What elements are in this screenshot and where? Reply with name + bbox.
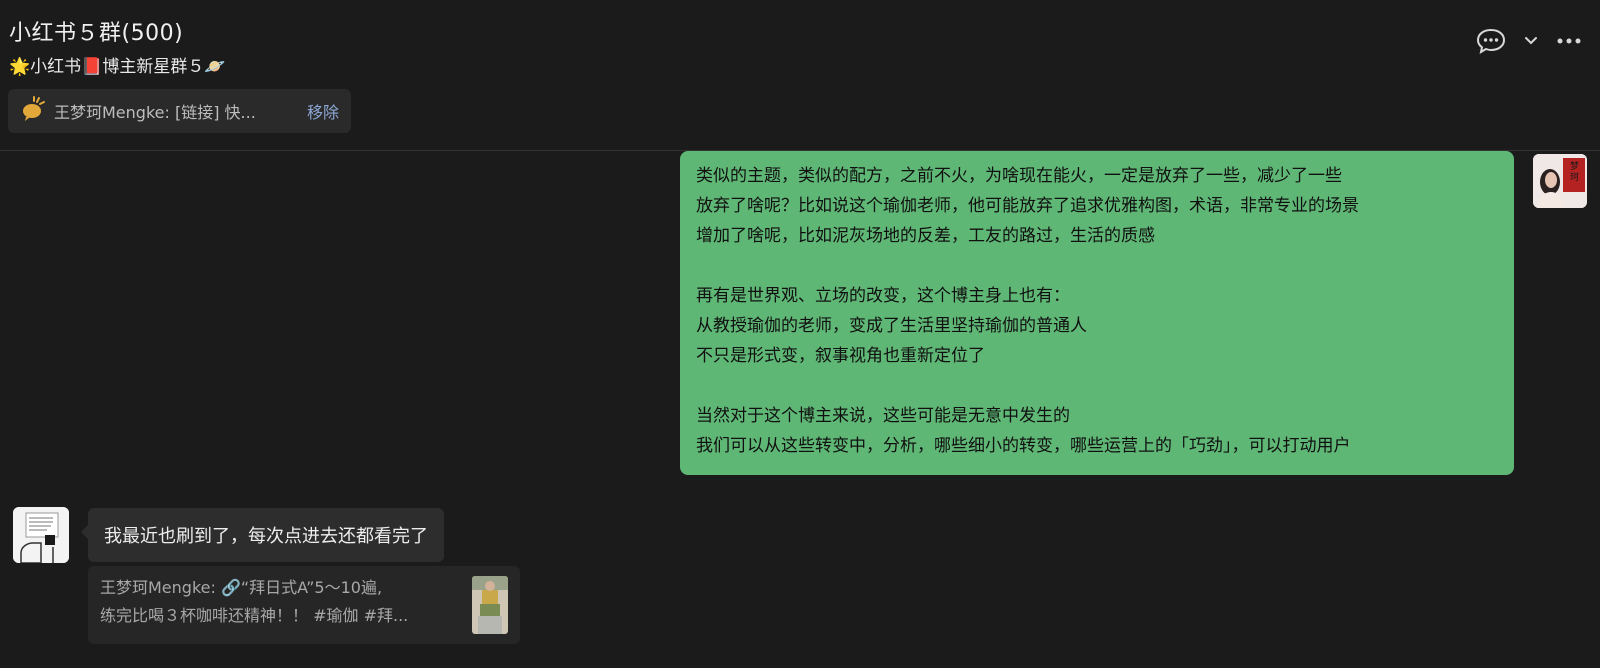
pinned-message-text[interactable]: 王梦珂Mengke: [链接] 快...	[54, 99, 299, 123]
own-message-bubble[interactable]: 类似的主题，类似的配方，之前不火，为啥现在能火，一定是放弃了一些，减少了一些 放…	[680, 151, 1514, 475]
own-avatar[interactable]: 梦珂	[1533, 154, 1587, 208]
other-message-bubble[interactable]: 我最近也刷到了，每次点进去还都看完了	[81, 508, 444, 562]
avatar-calligraphy-text: 梦珂	[1570, 162, 1580, 183]
quote-thumbnail[interactable]	[472, 576, 508, 634]
pin-remove-button[interactable]: 移除	[307, 99, 339, 123]
message-list[interactable]: 类似的主题，类似的配方，之前不火，为啥现在能火，一定是放弃了一些，减少了一些 放…	[0, 151, 1600, 668]
pin-bubble-icon	[20, 96, 46, 126]
quote-line-2: 练完比喝３杯咖啡还精神！！ #瑜伽 #拜...	[100, 606, 409, 625]
quote-line-1: 王梦珂Mengke: 🔗“拜日式A”5～10遍,	[100, 578, 383, 597]
header-actions	[1476, 28, 1582, 54]
group-title[interactable]: 小红书５群(500)	[9, 15, 183, 47]
chat-header: 小红书５群(500) 🌟小红书📕博主新星群５🪐 王梦珂Mengke: [链接] …	[0, 0, 1600, 151]
chevron-down-icon[interactable]	[1524, 36, 1538, 46]
more-icon[interactable]	[1556, 37, 1582, 45]
group-subtitle: 🌟小红书📕博主新星群５🪐	[9, 57, 226, 77]
chat-bubble-icon[interactable]	[1476, 28, 1506, 54]
quoted-message-card[interactable]: 王梦珂Mengke: 🔗“拜日式A”5～10遍, 练完比喝３杯咖啡还精神！！ #…	[88, 566, 520, 644]
pinned-message[interactable]: 王梦珂Mengke: [链接] 快... 移除	[8, 89, 351, 133]
quoted-message-text: 王梦珂Mengke: 🔗“拜日式A”5～10遍, 练完比喝３杯咖啡还精神！！ #…	[100, 574, 462, 636]
other-avatar[interactable]	[13, 507, 69, 563]
